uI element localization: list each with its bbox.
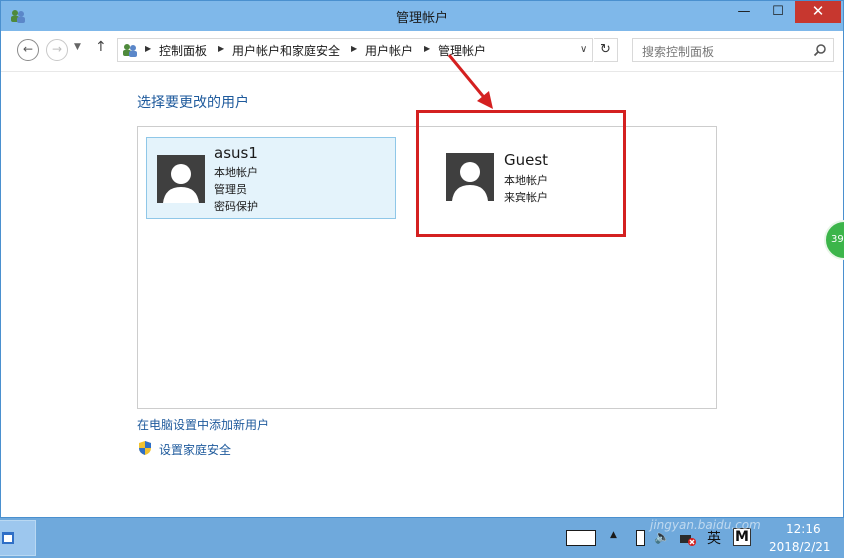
navigation-bar: ← → ▼ ↑ ▶ 控制面板 ▶ 用户帐户和家庭安全 ▶ 用户帐户 ▶ 管理帐户…: [1, 31, 843, 69]
minimize-button[interactable]: —: [729, 1, 759, 23]
up-button[interactable]: ↑: [95, 39, 107, 55]
address-dropdown-button[interactable]: ∨: [580, 44, 587, 55]
search-icon[interactable]: [813, 43, 827, 57]
page-heading: 选择要更改的用户: [137, 95, 249, 111]
user-name: asus1: [214, 144, 258, 162]
clock-date[interactable]: 2018/2/21: [769, 540, 831, 554]
close-icon: ✕: [811, 2, 825, 20]
breadcrumb-user-accounts-family-safety[interactable]: 用户帐户和家庭安全: [232, 42, 340, 59]
refresh-button[interactable]: ↻: [594, 38, 618, 62]
manage-accounts-window: 管理帐户 — ☐ ✕ ← → ▼ ↑ ▶ 控制面板 ▶ 用户帐户和家庭安全 ▶ …: [0, 0, 844, 518]
user-account-type: 本地帐户: [214, 166, 258, 179]
annotation-arrow-icon: [447, 54, 493, 109]
window-app-icon: [2, 532, 14, 544]
battery-icon[interactable]: [636, 530, 645, 546]
user-avatar-icon: [157, 155, 205, 203]
network-disconnected-icon[interactable]: [679, 532, 697, 546]
breadcrumb-control-panel[interactable]: 控制面板: [159, 42, 207, 59]
volume-icon[interactable]: 🔈: [654, 530, 670, 558]
shield-icon: [139, 441, 151, 455]
show-hidden-icons-button[interactable]: ▲: [610, 530, 617, 558]
user-tile-asus1[interactable]: asus1 本地帐户 管理员 密码保护: [146, 137, 396, 219]
forward-button[interactable]: →: [46, 39, 68, 61]
search-box[interactable]: 搜索控制面板: [632, 38, 834, 62]
breadcrumb-user-accounts[interactable]: 用户帐户: [365, 42, 413, 59]
back-button[interactable]: ←: [17, 39, 39, 61]
user-role: 管理员: [214, 183, 247, 196]
add-new-user-link[interactable]: 在电脑设置中添加新用户: [137, 416, 269, 433]
clock-time[interactable]: 12:16: [786, 522, 821, 536]
annotation-highlight-box: [416, 110, 626, 237]
breadcrumb-separator[interactable]: ▶: [145, 44, 151, 53]
search-input[interactable]: 搜索控制面板: [642, 43, 714, 60]
breadcrumb-separator[interactable]: ▶: [424, 44, 430, 53]
user-password-status: 密码保护: [214, 200, 258, 213]
close-button[interactable]: ✕: [795, 1, 841, 23]
title-bar[interactable]: 管理帐户 — ☐ ✕: [1, 1, 843, 31]
recent-locations-dropdown[interactable]: ▼: [74, 42, 81, 52]
input-method-indicator[interactable]: 英: [707, 528, 721, 558]
window-title: 管理帐户: [395, 11, 448, 26]
breadcrumb-separator[interactable]: ▶: [218, 44, 224, 53]
touch-keyboard-icon[interactable]: [566, 530, 596, 546]
control-panel-icon: [123, 44, 137, 57]
divider: [1, 71, 843, 72]
taskbar-app-button[interactable]: [0, 520, 36, 556]
address-bar[interactable]: ▶ 控制面板 ▶ 用户帐户和家庭安全 ▶ 用户帐户 ▶ 管理帐户 ∨: [117, 38, 593, 62]
family-safety-link[interactable]: 设置家庭安全: [159, 441, 231, 458]
breadcrumb-separator[interactable]: ▶: [351, 44, 357, 53]
maximize-button[interactable]: ☐: [763, 1, 793, 23]
watermark-url: jingyan.baidu.com: [650, 518, 761, 532]
